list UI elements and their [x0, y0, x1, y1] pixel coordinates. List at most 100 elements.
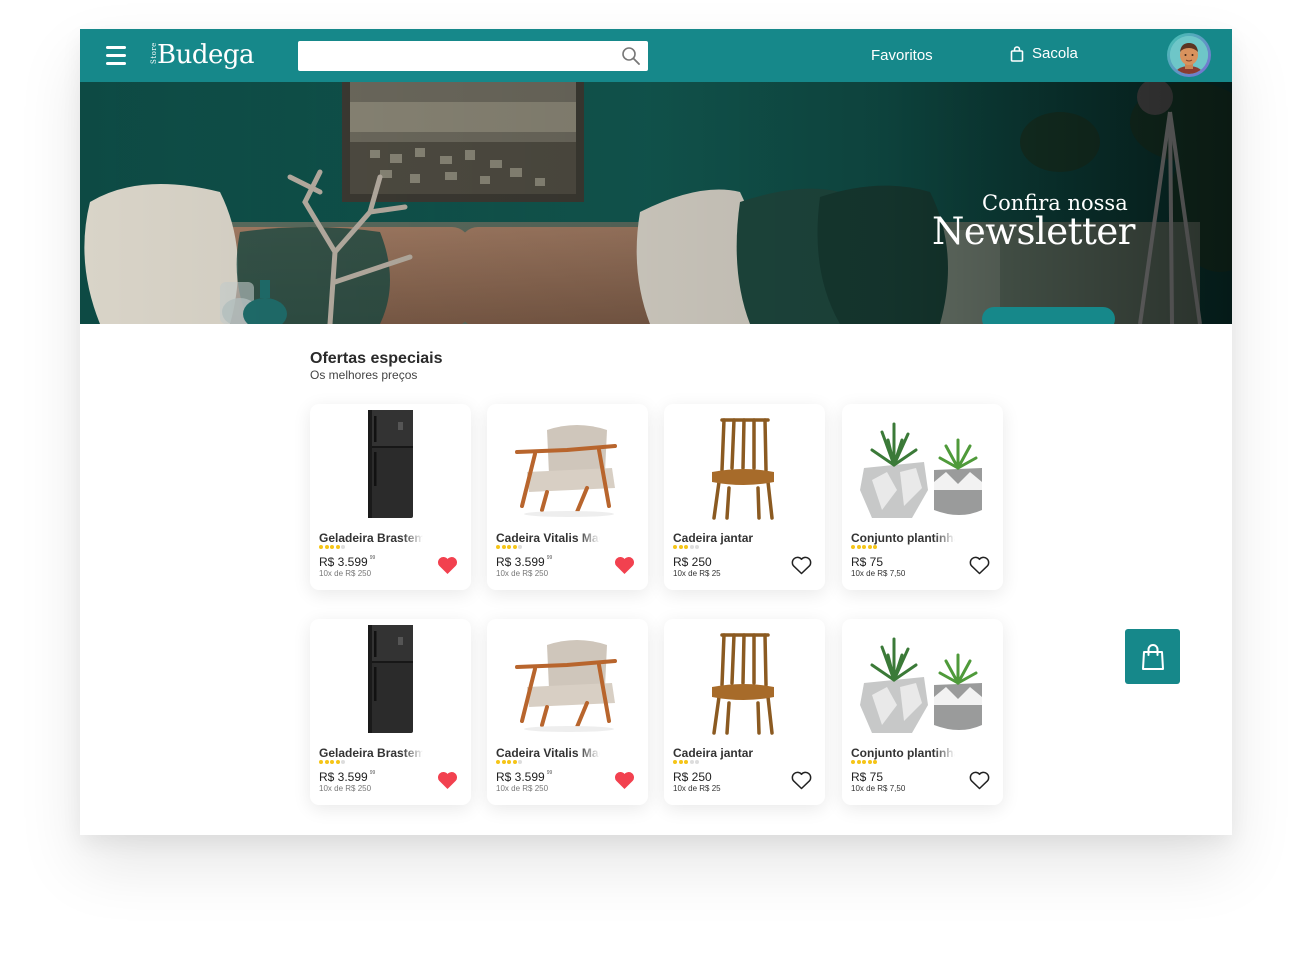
rating-star — [867, 545, 872, 549]
rating-star — [319, 545, 323, 549]
product-image[interactable] — [842, 625, 1003, 737]
rating-star — [862, 545, 866, 549]
nav-bag-label: Sacola — [1032, 45, 1078, 62]
product-name[interactable]: Cadeira Vitalis Madeira — [496, 531, 600, 545]
rating-star — [341, 760, 345, 764]
avatar-face-icon — [1170, 36, 1208, 74]
rating-star — [518, 545, 522, 549]
product-name[interactable]: Cadeira jantar — [673, 746, 777, 760]
rating-star — [867, 760, 872, 764]
rating-star — [695, 545, 699, 549]
product-rating — [851, 760, 877, 765]
product-rating — [319, 545, 345, 550]
search-input[interactable] — [298, 41, 608, 71]
product-name[interactable]: Cadeira jantar — [673, 531, 777, 545]
rating-star — [512, 760, 517, 764]
rating-star — [501, 760, 506, 764]
rating-star — [507, 760, 511, 764]
price-value: R$ 3.599 — [319, 770, 368, 784]
product-card[interactable]: Conjunto plantinhas R$ 7510x de R$ 7,50 — [842, 619, 1003, 805]
product-rating — [496, 760, 522, 765]
product-image[interactable] — [310, 410, 471, 522]
product-price: R$ 250 — [673, 555, 714, 569]
product-name[interactable]: Conjunto plantinhas — [851, 746, 955, 760]
product-rating — [319, 760, 345, 765]
rating-star — [518, 760, 522, 764]
product-price: R$ 3.599 99 — [496, 555, 552, 569]
heart-outline-icon[interactable] — [969, 556, 990, 575]
product-price: R$ 250 — [673, 770, 714, 784]
product-card[interactable]: Conjunto plantinhas R$ 7510x de R$ 7,50 — [842, 404, 1003, 590]
nav-bag-link[interactable]: Sacola — [1010, 45, 1078, 62]
rating-star — [873, 760, 877, 764]
price-value: R$ 75 — [851, 770, 884, 784]
section-title: Ofertas especiais — [310, 350, 443, 367]
newsletter-banner: Confira nossa Newsletter — [80, 82, 1232, 324]
heart-filled-icon[interactable] — [614, 771, 635, 790]
rating-star — [507, 545, 511, 549]
price-value: R$ 250 — [673, 555, 712, 569]
product-card[interactable]: Geladeira Brastemp R$ 3.599 99 10x de R$ 25… — [310, 404, 471, 590]
newsletter-button[interactable] — [982, 307, 1115, 324]
user-avatar[interactable] — [1167, 33, 1211, 77]
price-value: R$ 75 — [851, 555, 884, 569]
product-rating — [851, 545, 877, 550]
rating-star — [335, 760, 340, 764]
heart-outline-icon[interactable] — [969, 771, 990, 790]
heart-filled-icon[interactable] — [614, 556, 635, 575]
rating-star — [319, 760, 323, 764]
rating-star — [856, 760, 861, 764]
installment-text: 10x de R$ 7,50 — [851, 569, 906, 578]
product-image[interactable] — [487, 410, 648, 522]
installment-text: 10x de R$ 250 — [496, 784, 549, 793]
top-navbar: Store Budega Favoritos Sacola — [80, 29, 1232, 82]
rating-star — [678, 760, 683, 764]
product-name[interactable]: Geladeira Brastemp — [319, 531, 423, 545]
search-box — [298, 41, 648, 71]
rating-star — [496, 760, 500, 764]
installment-text: 10x de R$ 250 — [319, 784, 372, 793]
price-cents: 99 — [369, 555, 376, 561]
product-price: R$ 3.599 99 — [496, 770, 552, 784]
price-cents: 99 — [546, 770, 553, 776]
price-value: R$ 3.599 — [319, 555, 368, 569]
shopping-bag-icon — [1141, 643, 1164, 670]
hero-title: Newsletter — [932, 210, 1135, 253]
product-name[interactable]: Geladeira Brastemp — [319, 746, 423, 760]
product-image[interactable] — [310, 625, 471, 737]
floating-cart-button[interactable] — [1125, 629, 1180, 684]
heart-outline-icon[interactable] — [791, 771, 812, 790]
product-card[interactable]: Cadeira jantar R$ 250 10x de R$ 25 — [664, 619, 825, 805]
search-icon[interactable] — [621, 46, 641, 66]
heart-outline-icon[interactable] — [791, 556, 812, 575]
rating-star — [689, 545, 694, 549]
rating-star — [851, 545, 855, 549]
product-image[interactable] — [487, 625, 648, 737]
product-image[interactable] — [664, 625, 825, 737]
hamburger-menu-icon[interactable] — [106, 46, 126, 65]
rating-star — [341, 545, 345, 549]
rating-star — [695, 760, 699, 764]
rating-star — [501, 545, 506, 549]
product-card[interactable]: Geladeira Brastemp R$ 3.599 99 10x de R$ 25… — [310, 619, 471, 805]
price-cents: 99 — [369, 770, 376, 776]
heart-filled-icon[interactable] — [437, 556, 458, 575]
product-card[interactable]: Cadeira Vitalis MadeiraR$ 3.5999910x de … — [487, 619, 648, 805]
product-rating — [673, 760, 699, 765]
heart-filled-icon[interactable] — [437, 771, 458, 790]
rating-star — [851, 760, 855, 764]
installment-text: 10x de R$ 25 — [673, 784, 721, 793]
product-name[interactable]: Conjunto plantinhas — [851, 531, 955, 545]
logo[interactable]: Store Budega — [150, 38, 260, 72]
product-price: R$ 75 — [851, 770, 885, 784]
price-value: R$ 3.599 — [496, 770, 545, 784]
nav-favorites-link[interactable]: Favoritos — [871, 47, 933, 64]
logo-text: Budega — [157, 40, 255, 70]
product-rating — [496, 545, 522, 550]
product-card[interactable]: Cadeira Vitalis MadeiraR$ 3.5999910x de … — [487, 404, 648, 590]
rating-star — [862, 760, 866, 764]
product-image[interactable] — [842, 410, 1003, 522]
product-image[interactable] — [664, 410, 825, 522]
product-card[interactable]: Cadeira jantar R$ 250 10x de R$ 25 — [664, 404, 825, 590]
product-name[interactable]: Cadeira Vitalis Madeira — [496, 746, 600, 760]
